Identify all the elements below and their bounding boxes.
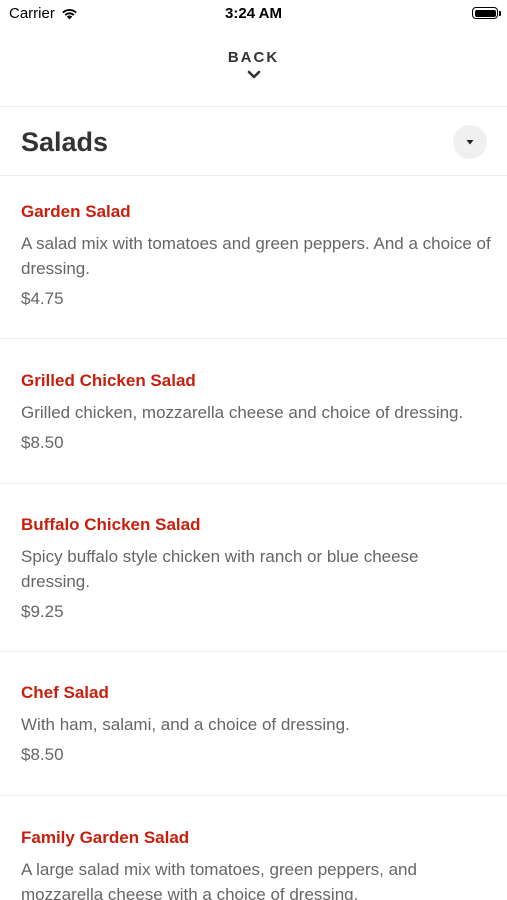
item-price: $9.25 xyxy=(21,602,64,621)
back-button[interactable]: BACK xyxy=(0,46,507,96)
divider xyxy=(0,483,507,484)
divider xyxy=(0,175,507,176)
item-name: Buffalo Chicken Salad xyxy=(21,515,201,534)
item-price: $8.50 xyxy=(21,433,64,452)
screen: Carrier 3:24 AM BACK Salads Garden Salad… xyxy=(0,0,507,900)
item-name: Grilled Chicken Salad xyxy=(21,371,196,390)
menu-item[interactable]: Family Garden Salad A large salad mix wi… xyxy=(0,828,507,900)
menu-item[interactable]: Grilled Chicken Salad Grilled chicken, m… xyxy=(0,371,507,483)
status-bar: Carrier 3:24 AM xyxy=(0,0,507,30)
item-name: Family Garden Salad xyxy=(21,828,190,847)
item-price: $8.50 xyxy=(21,745,64,764)
section-collapse-button[interactable] xyxy=(453,125,487,159)
item-description: A salad mix with tomatoes and green pepp… xyxy=(21,234,491,278)
section-header: Salads xyxy=(0,108,507,175)
divider xyxy=(0,651,507,652)
battery-icon xyxy=(472,7,501,19)
item-name: Chef Salad xyxy=(21,683,109,702)
back-label: BACK xyxy=(227,49,280,66)
section-title: Salads xyxy=(21,127,109,157)
item-description: With ham, salami, and a choice of dressi… xyxy=(21,715,350,734)
menu-item[interactable]: Garden Salad A salad mix with tomatoes a… xyxy=(0,202,507,338)
divider xyxy=(0,106,507,107)
menu-item[interactable]: Chef Salad With ham, salami, and a choic… xyxy=(0,683,507,795)
item-name: Garden Salad xyxy=(21,202,131,221)
divider xyxy=(0,338,507,339)
item-description: A large salad mix with tomatoes, green p… xyxy=(21,860,417,900)
item-description: Spicy buffalo style chicken with ranch o… xyxy=(21,547,419,591)
chevron-down-icon xyxy=(247,70,260,79)
status-time: 3:24 AM xyxy=(225,5,282,22)
divider xyxy=(0,795,507,796)
caret-down-icon xyxy=(466,139,474,144)
item-description: Grilled chicken, mozzarella cheese and c… xyxy=(21,403,464,422)
menu-item[interactable]: Buffalo Chicken Salad Spicy buffalo styl… xyxy=(0,515,507,651)
item-price: $4.75 xyxy=(21,289,64,308)
